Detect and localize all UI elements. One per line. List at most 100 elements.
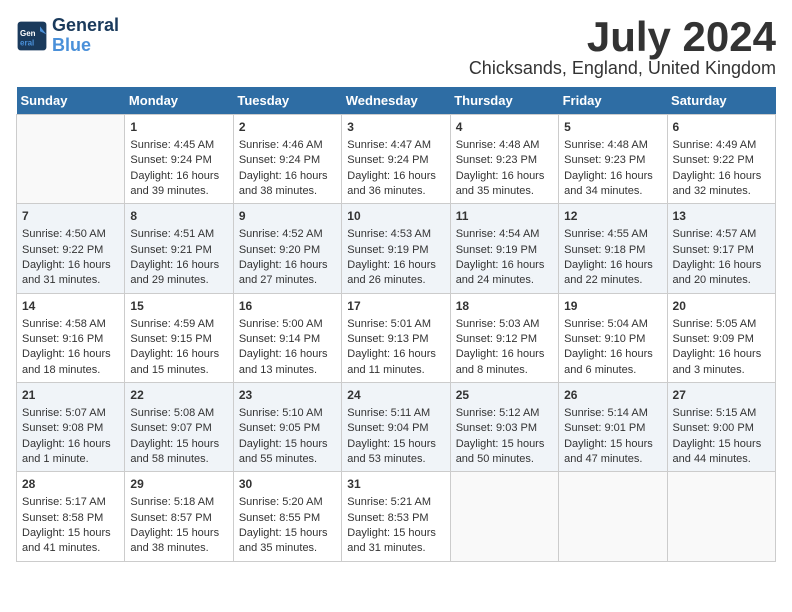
- logo-icon: Gen eral: [16, 20, 48, 52]
- sunrise-text: Sunrise: 4:50 AM: [22, 228, 106, 240]
- day-number: 21: [22, 387, 119, 404]
- sunrise-text: Sunrise: 5:04 AM: [564, 318, 648, 330]
- day-number: 25: [456, 387, 553, 404]
- day-headers-row: SundayMondayTuesdayWednesdayThursdayFrid…: [17, 87, 776, 115]
- calendar-cell: 15Sunrise: 4:59 AMSunset: 9:15 PMDayligh…: [125, 293, 233, 382]
- day-header-tuesday: Tuesday: [233, 87, 341, 115]
- sunset-text: Sunset: 9:13 PM: [347, 333, 428, 345]
- daylight-text: Daylight: 16 hours and 29 minutes.: [130, 259, 219, 286]
- sunrise-text: Sunrise: 4:55 AM: [564, 228, 648, 240]
- daylight-text: Daylight: 16 hours and 35 minutes.: [456, 170, 545, 197]
- day-number: 24: [347, 387, 444, 404]
- calendar-cell: 28Sunrise: 5:17 AMSunset: 8:58 PMDayligh…: [17, 472, 125, 561]
- sunset-text: Sunset: 9:12 PM: [456, 333, 537, 345]
- calendar-table: SundayMondayTuesdayWednesdayThursdayFrid…: [16, 87, 776, 562]
- sunset-text: Sunset: 9:17 PM: [673, 244, 754, 256]
- sunset-text: Sunset: 9:08 PM: [22, 422, 103, 434]
- day-number: 4: [456, 119, 553, 136]
- calendar-cell: 24Sunrise: 5:11 AMSunset: 9:04 PMDayligh…: [342, 383, 450, 472]
- daylight-text: Daylight: 15 hours and 50 minutes.: [456, 438, 545, 465]
- daylight-text: Daylight: 16 hours and 31 minutes.: [22, 259, 111, 286]
- day-number: 10: [347, 208, 444, 225]
- calendar-cell: 14Sunrise: 4:58 AMSunset: 9:16 PMDayligh…: [17, 293, 125, 382]
- location-title: Chicksands, England, United Kingdom: [469, 58, 776, 79]
- sunrise-text: Sunrise: 5:08 AM: [130, 407, 214, 419]
- sunrise-text: Sunrise: 5:07 AM: [22, 407, 106, 419]
- sunrise-text: Sunrise: 4:48 AM: [564, 139, 648, 151]
- sunset-text: Sunset: 8:57 PM: [130, 512, 211, 524]
- daylight-text: Daylight: 15 hours and 41 minutes.: [22, 527, 111, 554]
- day-number: 2: [239, 119, 336, 136]
- calendar-week-row: 1Sunrise: 4:45 AMSunset: 9:24 PMDaylight…: [17, 115, 776, 204]
- daylight-text: Daylight: 16 hours and 3 minutes.: [673, 348, 762, 375]
- day-number: 19: [564, 298, 661, 315]
- header: Gen eral General Blue July 2024 Chicksan…: [16, 16, 776, 79]
- sunset-text: Sunset: 9:24 PM: [347, 154, 428, 166]
- sunrise-text: Sunrise: 5:03 AM: [456, 318, 540, 330]
- svg-text:Gen: Gen: [20, 29, 36, 38]
- calendar-week-row: 21 Sunrise: 5:07 AM Sunset: 9:08 PM Dayligh…: [17, 383, 776, 472]
- sunrise-text: Sunrise: 5:20 AM: [239, 496, 323, 508]
- calendar-cell: [667, 472, 775, 561]
- sunrise-text: Sunrise: 4:47 AM: [347, 139, 431, 151]
- day-header-wednesday: Wednesday: [342, 87, 450, 115]
- sunset-text: Sunset: 9:22 PM: [673, 154, 754, 166]
- day-header-sunday: Sunday: [17, 87, 125, 115]
- sunrise-text: Sunrise: 5:18 AM: [130, 496, 214, 508]
- day-number: 26: [564, 387, 661, 404]
- day-number: 17: [347, 298, 444, 315]
- day-number: 30: [239, 476, 336, 493]
- sunset-text: Sunset: 9:19 PM: [456, 244, 537, 256]
- calendar-cell: 29Sunrise: 5:18 AMSunset: 8:57 PMDayligh…: [125, 472, 233, 561]
- calendar-cell: 19 Sunrise: 5:04 AM Sunset: 9:10 PM Dayligh…: [559, 293, 667, 382]
- daylight-text: Daylight: 15 hours and 58 minutes.: [130, 438, 219, 465]
- calendar-cell: 4Sunrise: 4:48 AMSunset: 9:23 PMDaylight…: [450, 115, 558, 204]
- day-number: 15: [130, 298, 227, 315]
- daylight-text: Daylight: 16 hours and 27 minutes.: [239, 259, 328, 286]
- daylight-text: Daylight: 16 hours and 13 minutes.: [239, 348, 328, 375]
- day-number: 14: [22, 298, 119, 315]
- sunset-text: Sunset: 9:00 PM: [673, 422, 754, 434]
- sunset-text: Sunset: 9:23 PM: [564, 154, 645, 166]
- sunrise-text: Sunrise: 4:46 AM: [239, 139, 323, 151]
- calendar-cell: 11Sunrise: 4:54 AMSunset: 9:19 PMDayligh…: [450, 204, 558, 293]
- calendar-week-row: 14Sunrise: 4:58 AMSunset: 9:16 PMDayligh…: [17, 293, 776, 382]
- sunrise-text: Sunrise: 4:58 AM: [22, 318, 106, 330]
- calendar-cell: 30Sunrise: 5:20 AMSunset: 8:55 PMDayligh…: [233, 472, 341, 561]
- sunrise-text: Sunrise: 5:14 AM: [564, 407, 648, 419]
- calendar-cell: 27Sunrise: 5:15 AMSunset: 9:00 PMDayligh…: [667, 383, 775, 472]
- day-number: 3: [347, 119, 444, 136]
- svg-text:eral: eral: [20, 38, 34, 47]
- calendar-cell: 25Sunrise: 5:12 AMSunset: 9:03 PMDayligh…: [450, 383, 558, 472]
- daylight-text: Daylight: 16 hours and 20 minutes.: [673, 259, 762, 286]
- sunrise-text: Sunrise: 5:12 AM: [456, 407, 540, 419]
- daylight-text: Daylight: 16 hours and 22 minutes.: [564, 259, 653, 286]
- sunset-text: Sunset: 8:55 PM: [239, 512, 320, 524]
- sunset-text: Sunset: 8:58 PM: [22, 512, 103, 524]
- day-number: 29: [130, 476, 227, 493]
- sunrise-text: Sunrise: 4:57 AM: [673, 228, 757, 240]
- sunrise-text: Sunrise: 5:17 AM: [22, 496, 106, 508]
- sunrise-text: Sunrise: 4:51 AM: [130, 228, 214, 240]
- day-header-friday: Friday: [559, 87, 667, 115]
- calendar-cell: 10Sunrise: 4:53 AMSunset: 9:19 PMDayligh…: [342, 204, 450, 293]
- day-number: 8: [130, 208, 227, 225]
- daylight-text: Daylight: 16 hours and 18 minutes.: [22, 348, 111, 375]
- daylight-text: Daylight: 15 hours and 31 minutes.: [347, 527, 436, 554]
- sunrise-text: Sunrise: 4:52 AM: [239, 228, 323, 240]
- daylight-text: Daylight: 16 hours and 8 minutes.: [456, 348, 545, 375]
- sunset-text: Sunset: 9:19 PM: [347, 244, 428, 256]
- daylight-text: Daylight: 16 hours and 6 minutes.: [564, 348, 653, 375]
- daylight-text: Daylight: 15 hours and 44 minutes.: [673, 438, 762, 465]
- daylight-text: Daylight: 16 hours and 24 minutes.: [456, 259, 545, 286]
- day-number: 31: [347, 476, 444, 493]
- sunset-text: Sunset: 9:10 PM: [564, 333, 645, 345]
- sunset-text: Sunset: 9:15 PM: [130, 333, 211, 345]
- day-header-saturday: Saturday: [667, 87, 775, 115]
- sunrise-text: Sunrise: 5:10 AM: [239, 407, 323, 419]
- day-number: 27: [673, 387, 770, 404]
- calendar-cell: 7Sunrise: 4:50 AMSunset: 9:22 PMDaylight…: [17, 204, 125, 293]
- sunset-text: Sunset: 9:24 PM: [239, 154, 320, 166]
- sunset-text: Sunset: 9:22 PM: [22, 244, 103, 256]
- sunrise-text: Sunrise: 4:53 AM: [347, 228, 431, 240]
